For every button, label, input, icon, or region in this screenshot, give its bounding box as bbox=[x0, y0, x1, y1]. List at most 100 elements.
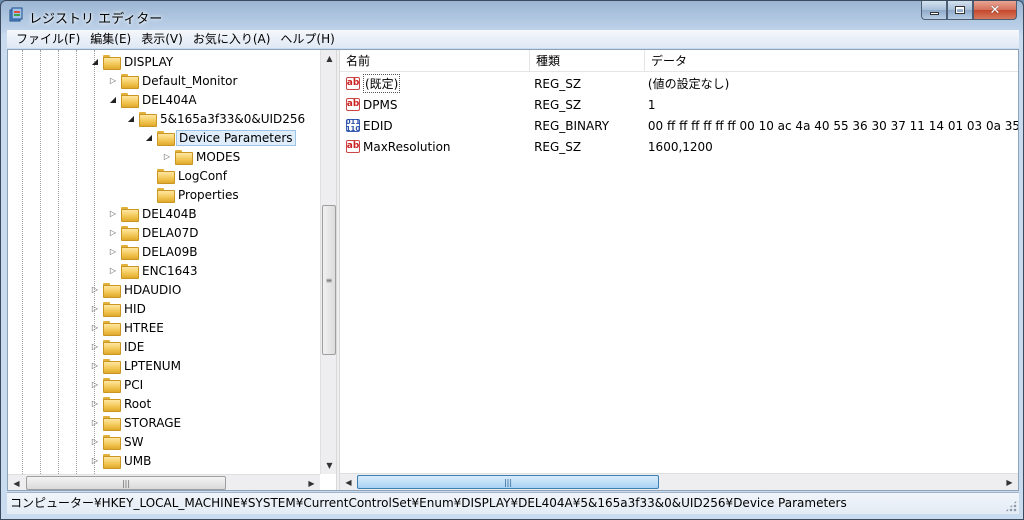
value-row[interactable]: 011 110 EDID REG_BINARY 00 ff ff ff ff ff f… bbox=[340, 115, 1018, 136]
expand-arrow-icon[interactable]: ▷ bbox=[90, 361, 100, 371]
tree-node[interactable]: ▷ ENC1643 bbox=[108, 261, 199, 280]
expand-arrow-icon[interactable]: ▷ bbox=[108, 266, 118, 276]
scroll-left-arrow-icon[interactable]: ◀ bbox=[8, 475, 25, 490]
tree-guide-line bbox=[76, 50, 77, 474]
tree-node[interactable]: ▷ Default_Monitor bbox=[108, 71, 239, 90]
scroll-down-arrow-icon[interactable]: ▼ bbox=[321, 457, 336, 474]
expand-arrow-icon[interactable]: ▷ bbox=[90, 304, 100, 314]
tree-node-label[interactable]: DELA09B bbox=[140, 244, 200, 260]
menu-file[interactable]: ファイル(F) bbox=[11, 30, 85, 48]
value-name-cell[interactable]: 011 110 EDID bbox=[340, 119, 528, 133]
menu-edit[interactable]: 編集(E) bbox=[85, 30, 136, 48]
tree-node-label[interactable]: HTREE bbox=[122, 320, 166, 336]
tree-node[interactable]: ▷ SW bbox=[90, 432, 145, 451]
value-row[interactable]: ab DPMS REG_SZ 1 bbox=[340, 94, 1018, 115]
tree-node[interactable]: ◢ Device Parameters bbox=[144, 128, 296, 147]
tree-node-label[interactable]: DELA07D bbox=[140, 225, 201, 241]
tree-node[interactable]: ◢ 5&165a3f33&0&UID256 bbox=[126, 109, 307, 128]
tree-node[interactable]: ◢ DISPLAY bbox=[90, 52, 175, 71]
tree-node[interactable]: ▷ HTREE bbox=[90, 318, 166, 337]
expand-arrow-icon[interactable]: ▷ bbox=[108, 247, 118, 257]
collapse-arrow-icon[interactable]: ◢ bbox=[90, 57, 100, 67]
close-button[interactable]: ✕ bbox=[973, 1, 1017, 20]
tree-node[interactable]: LogConf bbox=[144, 166, 229, 185]
tree-vertical-scrollbar[interactable]: ▲ ≡ ▼ bbox=[320, 50, 336, 474]
expand-arrow-icon[interactable]: ▷ bbox=[90, 399, 100, 409]
tree-node-label[interactable]: DISPLAY bbox=[122, 54, 175, 70]
tree-node-label[interactable]: STORAGE bbox=[122, 415, 183, 431]
column-header-data[interactable]: データ bbox=[645, 50, 1018, 72]
value-name-cell[interactable]: ab (既定) bbox=[340, 74, 528, 93]
list-horizontal-scroll-thumb[interactable]: ||| bbox=[357, 475, 659, 489]
expand-arrow-icon[interactable]: ▷ bbox=[108, 76, 118, 86]
tree-node-label[interactable]: HDAUDIO bbox=[122, 282, 183, 298]
column-header-type[interactable]: 種類 bbox=[530, 50, 645, 72]
expand-arrow-icon[interactable]: ▷ bbox=[90, 380, 100, 390]
tree-node[interactable]: ▷ IDE bbox=[90, 337, 146, 356]
value-name-cell[interactable]: ab MaxResolution bbox=[340, 140, 528, 154]
tree-node-label[interactable]: Properties bbox=[176, 187, 241, 203]
expand-arrow-icon[interactable]: ▷ bbox=[162, 152, 172, 162]
tree-node[interactable]: ▷ DEL404B bbox=[108, 204, 199, 223]
tree-horizontal-scroll-thumb[interactable]: ||| bbox=[26, 476, 226, 490]
tree-node[interactable]: ▷ HID bbox=[90, 299, 148, 318]
value-name-cell[interactable]: ab DPMS bbox=[340, 98, 528, 112]
tree-node-label[interactable]: LogConf bbox=[176, 168, 229, 184]
menu-favorites[interactable]: お気に入り(A) bbox=[188, 30, 276, 48]
tree-node-label[interactable]: PCI bbox=[122, 377, 145, 393]
title-bar[interactable]: レジストリ エディター ✕ bbox=[1, 1, 1023, 31]
menu-view[interactable]: 表示(V) bbox=[136, 30, 188, 48]
tree-node[interactable]: ▷ DELA07D bbox=[108, 223, 201, 242]
collapse-arrow-icon[interactable]: ◢ bbox=[126, 114, 136, 124]
value-row[interactable]: ab MaxResolution REG_SZ 1600,1200 bbox=[340, 136, 1018, 157]
tree-vertical-scroll-thumb[interactable]: ≡ bbox=[322, 205, 336, 355]
expand-arrow-icon[interactable]: ▷ bbox=[90, 323, 100, 333]
tree-node-label[interactable]: UMB bbox=[122, 453, 153, 469]
tree-node-label[interactable]: MODES bbox=[194, 149, 242, 165]
tree-node[interactable]: ▷ Root bbox=[90, 394, 153, 413]
value-row[interactable]: ab (既定) REG_SZ (値の設定なし) bbox=[340, 73, 1018, 94]
tree-node-label[interactable]: Default_Monitor bbox=[140, 73, 239, 89]
scroll-up-arrow-icon[interactable]: ▲ bbox=[321, 50, 336, 67]
maximize-button[interactable] bbox=[947, 1, 973, 20]
expand-arrow-icon[interactable]: ▷ bbox=[90, 437, 100, 447]
expand-arrow-icon[interactable]: ▷ bbox=[108, 209, 118, 219]
tree-node-label[interactable]: 5&165a3f33&0&UID256 bbox=[158, 111, 307, 127]
expand-arrow-icon[interactable]: ▷ bbox=[108, 228, 118, 238]
tree-node[interactable]: Properties bbox=[144, 185, 241, 204]
collapse-arrow-icon[interactable]: ◢ bbox=[108, 95, 118, 105]
scroll-right-arrow-icon[interactable]: ▶ bbox=[1001, 474, 1018, 490]
tree-node[interactable]: ▷ MODES bbox=[162, 147, 242, 166]
tree-node[interactable]: ◢ DEL404A bbox=[108, 90, 199, 109]
expand-arrow-icon[interactable]: ▷ bbox=[90, 285, 100, 295]
tree-node[interactable]: ▷ DELA09B bbox=[108, 242, 200, 261]
tree-node-label[interactable]: Device Parameters bbox=[176, 129, 296, 146]
tree-node-label[interactable]: LPTENUM bbox=[122, 358, 183, 374]
expand-arrow-icon[interactable]: ▷ bbox=[90, 418, 100, 428]
tree-node[interactable]: ▷ STORAGE bbox=[90, 413, 183, 432]
tree-node[interactable]: ▷ LPTENUM bbox=[90, 356, 183, 375]
tree-node-label[interactable]: DEL404A bbox=[140, 92, 199, 108]
values-list-pane: 名前 種類 データ ab (既定) REG_SZ (値の設定なし) ab DPMS REG_… bbox=[340, 50, 1018, 490]
column-header-name[interactable]: 名前 bbox=[340, 50, 530, 72]
expand-arrow-icon[interactable]: ▷ bbox=[90, 342, 100, 352]
tree-node-label[interactable]: IDE bbox=[122, 339, 146, 355]
tree-node-label[interactable]: ENC1643 bbox=[140, 263, 199, 279]
tree-node[interactable]: ▷ PCI bbox=[90, 375, 145, 394]
tree-horizontal-scrollbar[interactable]: ◀ ||| ▶ bbox=[8, 474, 320, 490]
minimize-button[interactable] bbox=[921, 1, 947, 20]
tree-node[interactable]: ▷ HDAUDIO bbox=[90, 280, 183, 299]
tree-node-label[interactable]: Root bbox=[122, 396, 153, 412]
tree-node[interactable]: ▷ UMB bbox=[90, 451, 153, 470]
scroll-left-arrow-icon[interactable]: ◀ bbox=[340, 474, 357, 490]
resize-grip-icon[interactable] bbox=[1005, 500, 1017, 512]
list-horizontal-scrollbar[interactable]: ◀ ||| ▶ bbox=[340, 473, 1018, 490]
tree-node-label[interactable]: SW bbox=[122, 434, 145, 450]
menu-help[interactable]: ヘルプ(H) bbox=[275, 30, 339, 48]
scroll-right-arrow-icon[interactable]: ▶ bbox=[303, 475, 320, 490]
expand-arrow-icon[interactable]: ▷ bbox=[90, 456, 100, 466]
tree-node-label[interactable]: HID bbox=[122, 301, 148, 317]
tree-node-label[interactable]: DEL404B bbox=[140, 206, 199, 222]
collapse-arrow-icon[interactable]: ◢ bbox=[144, 133, 154, 143]
folder-icon bbox=[121, 226, 139, 241]
